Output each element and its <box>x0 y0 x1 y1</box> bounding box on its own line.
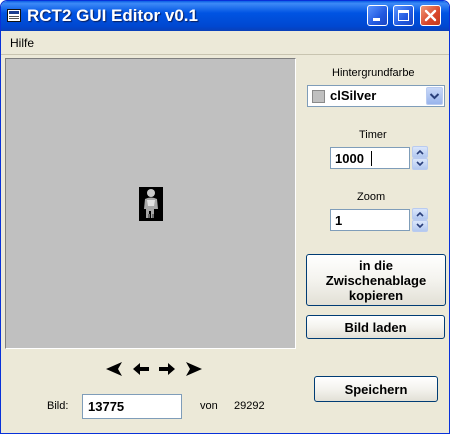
color-swatch <box>312 90 325 103</box>
timer-down-button[interactable] <box>412 158 428 170</box>
copy-button-line-3: kopieren <box>348 287 404 303</box>
maximize-button[interactable] <box>393 5 414 26</box>
next-icon[interactable] <box>157 361 177 377</box>
image-index-label: Bild: <box>47 400 69 412</box>
close-button[interactable] <box>420 5 441 26</box>
zoom-stepper[interactable] <box>412 208 428 232</box>
maximize-icon <box>398 10 409 21</box>
zoom-label: Zoom <box>357 191 386 203</box>
window-title: RCT2 GUI Editor v0.1 <box>27 6 198 25</box>
app-icon[interactable] <box>7 9 21 22</box>
of-label: von <box>200 400 218 412</box>
timer-stepper[interactable] <box>412 146 428 170</box>
close-icon <box>424 9 437 22</box>
timer-input[interactable]: 1000 <box>330 147 410 169</box>
menu-hilfe[interactable]: Hilfe <box>10 36 34 50</box>
chevron-up-icon <box>416 149 424 155</box>
chevron-down-icon <box>416 161 424 167</box>
zoom-up-button[interactable] <box>412 208 428 220</box>
total-images-value: 29292 <box>234 400 265 412</box>
image-index-input[interactable]: 13775 <box>82 394 182 419</box>
chevron-up-icon <box>416 211 424 217</box>
copy-to-clipboard-button[interactable]: in die Zwischenablage kopieren <box>306 254 446 306</box>
text-caret <box>371 151 372 166</box>
background-color-value: clSilver <box>330 88 377 103</box>
zoom-input[interactable]: 1 <box>330 209 410 231</box>
first-icon[interactable] <box>105 361 125 377</box>
minimize-icon <box>373 18 380 21</box>
timer-up-button[interactable] <box>412 146 428 158</box>
chevron-down-icon <box>429 93 440 100</box>
copy-button-line-2: Zwischenablage <box>325 272 427 288</box>
image-preview-canvas <box>5 58 296 349</box>
timer-label: Timer <box>359 129 387 141</box>
zoom-down-button[interactable] <box>412 220 428 232</box>
timer-value: 1000 <box>335 151 364 166</box>
zoom-value: 1 <box>335 213 343 228</box>
previous-icon[interactable] <box>131 361 151 377</box>
background-color-select[interactable]: clSilver <box>307 85 445 107</box>
image-index-value: 13775 <box>88 399 125 414</box>
sprite-image <box>139 187 163 221</box>
copy-button-line-1: in die <box>359 257 393 273</box>
load-image-button[interactable]: Bild laden <box>306 315 445 339</box>
save-button[interactable]: Speichern <box>314 376 438 402</box>
background-color-label: Hintergrundfarbe <box>332 67 415 79</box>
title-bar[interactable]: RCT2 GUI Editor v0.1 <box>1 1 449 31</box>
last-icon[interactable] <box>183 361 203 377</box>
minimize-button[interactable] <box>367 5 388 26</box>
app-window: RCT2 GUI Editor v0.1 Hilfe Hintergrundfa… <box>0 0 450 434</box>
dropdown-button[interactable] <box>426 87 443 105</box>
menu-bar: Hilfe <box>1 31 449 55</box>
chevron-down-icon <box>416 223 424 229</box>
